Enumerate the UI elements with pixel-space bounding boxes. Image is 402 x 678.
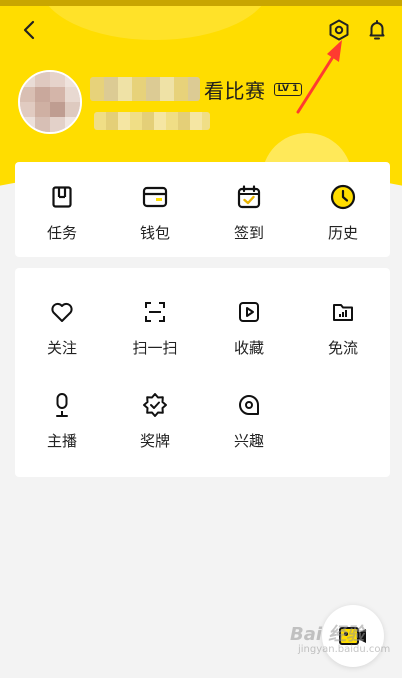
gear-icon <box>329 19 349 41</box>
tool-scan[interactable]: 扫一扫 <box>108 291 202 361</box>
checkin-calendar-icon <box>236 184 262 210</box>
video-camera-icon <box>339 627 366 645</box>
heart-icon <box>49 299 75 325</box>
quick-action-wallet[interactable]: 钱包 <box>108 176 202 246</box>
chevron-left-icon <box>23 20 35 40</box>
avatar-mosaic <box>20 72 80 132</box>
tool-label: 免流 <box>327 339 358 357</box>
quick-action-label: 签到 <box>233 224 264 242</box>
name-redaction <box>90 77 200 101</box>
avatar[interactable] <box>18 70 82 134</box>
wallet-icon <box>142 184 168 210</box>
back-button[interactable] <box>14 14 46 46</box>
interest-bubble-icon <box>236 392 262 418</box>
tool-follow[interactable]: 关注 <box>15 291 109 361</box>
tool-label: 奖牌 <box>139 432 170 450</box>
play-square-icon <box>236 299 262 325</box>
tool-interest[interactable]: 兴趣 <box>202 384 296 454</box>
quick-action-label: 历史 <box>327 224 358 242</box>
tool-free-data[interactable]: 免流 <box>296 291 390 361</box>
scan-icon <box>142 299 168 325</box>
settings-button[interactable] <box>323 14 355 46</box>
level-badge: LV 1 <box>273 82 303 96</box>
user-name-row: 看比赛 LV 1 <box>90 74 303 104</box>
medal-icon <box>142 392 168 418</box>
top-bar <box>0 10 402 54</box>
quick-actions-card: 任务 钱包 签到 历史 <box>15 162 390 257</box>
tool-host[interactable]: 主播 <box>15 384 109 454</box>
tool-favorites[interactable]: 收藏 <box>202 291 296 361</box>
tool-label: 兴趣 <box>233 432 264 450</box>
data-folder-icon <box>330 299 356 325</box>
task-icon <box>49 184 75 210</box>
quick-action-label: 任务 <box>46 224 77 242</box>
tool-label: 扫一扫 <box>132 339 178 357</box>
notification-button[interactable] <box>361 14 393 46</box>
user-name: 看比赛 <box>204 78 266 103</box>
tool-label: 主播 <box>46 432 77 450</box>
tools-card: 关注 扫一扫 收藏 免流 主播 奖牌 兴趣 <box>15 268 390 477</box>
tool-label: 关注 <box>46 339 77 357</box>
profile-section[interactable]: 看比赛 LV 1 <box>18 70 388 136</box>
quick-action-label: 钱包 <box>139 224 170 242</box>
quick-action-task[interactable]: 任务 <box>15 176 109 246</box>
video-record-button[interactable] <box>322 605 384 667</box>
tool-medal[interactable]: 奖牌 <box>108 384 202 454</box>
tool-label: 收藏 <box>233 339 264 357</box>
status-bar <box>0 0 402 6</box>
history-clock-icon <box>330 184 356 210</box>
quick-action-history[interactable]: 历史 <box>296 176 390 246</box>
user-info-redaction <box>94 112 210 130</box>
quick-action-checkin[interactable]: 签到 <box>202 176 296 246</box>
bell-icon <box>369 20 385 40</box>
microphone-icon <box>49 392 75 418</box>
